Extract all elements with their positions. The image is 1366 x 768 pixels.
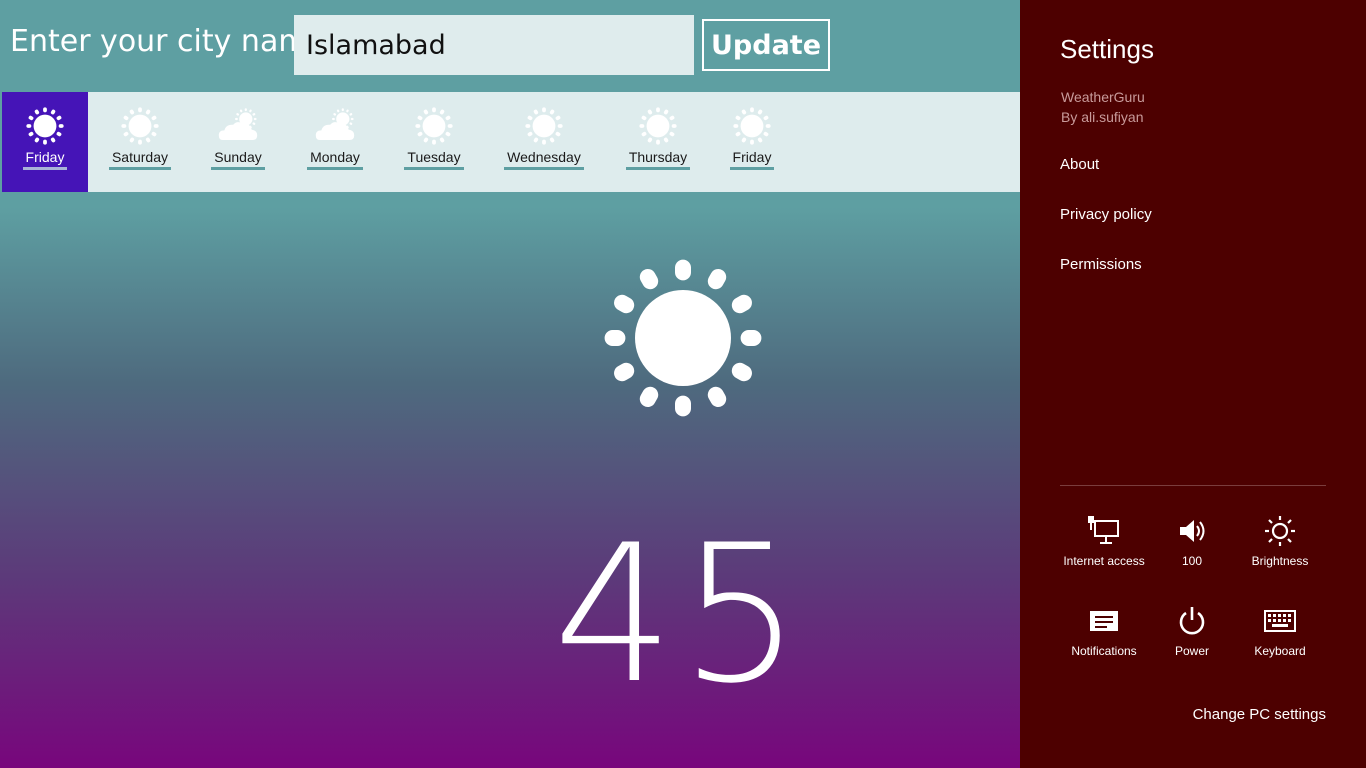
- day-label: Saturday: [108, 149, 172, 170]
- app-name: WeatherGuru: [1061, 89, 1145, 105]
- settings-menu-privacy-policy[interactable]: Privacy policy: [1060, 206, 1152, 223]
- city-input[interactable]: [294, 15, 694, 75]
- tile-label: Keyboard: [1254, 644, 1306, 658]
- settings-menu-permissions[interactable]: Permissions: [1060, 256, 1142, 273]
- settings-menu-about[interactable]: About: [1060, 156, 1099, 173]
- current-temperature: 45: [553, 504, 807, 725]
- forecast-bar: Friday Saturday Sunday Monday Tuesday We…: [2, 92, 1020, 192]
- tile-label: Power: [1174, 644, 1209, 658]
- network-icon: [1087, 514, 1121, 548]
- brightness-icon: [1263, 514, 1297, 548]
- day-item-friday-next[interactable]: Friday: [712, 92, 792, 192]
- cloud-sun-icon: [315, 106, 355, 146]
- day-item-sunday[interactable]: Sunday: [198, 92, 278, 192]
- change-pc-settings-link[interactable]: Change PC settings: [1193, 706, 1326, 723]
- day-item-thursday[interactable]: Thursday: [613, 92, 703, 192]
- notifications-icon: [1087, 604, 1121, 638]
- day-label: Sunday: [211, 149, 265, 170]
- city-label: Enter your city name:: [10, 24, 337, 59]
- settings-title: Settings: [1060, 34, 1154, 64]
- tile-label: Internet access: [1063, 554, 1145, 568]
- day-label: Friday: [22, 149, 68, 170]
- day-item-saturday[interactable]: Saturday: [100, 92, 180, 192]
- update-button[interactable]: Update: [702, 19, 830, 71]
- day-item-friday[interactable]: Friday: [2, 92, 88, 192]
- settings-charm-panel: Settings WeatherGuru By ali.sufiyan Abou…: [1020, 0, 1366, 768]
- sun-icon: [524, 106, 564, 146]
- day-item-tuesday[interactable]: Tuesday: [394, 92, 474, 192]
- sun-icon: [414, 106, 454, 146]
- day-item-wednesday[interactable]: Wednesday: [494, 92, 594, 192]
- brightness-tile[interactable]: Brightness: [1236, 514, 1324, 584]
- cloud-sun-icon: [218, 106, 258, 146]
- day-item-monday[interactable]: Monday: [295, 92, 375, 192]
- internet-access-tile[interactable]: Internet access: [1060, 514, 1148, 584]
- power-icon: [1175, 604, 1209, 638]
- keyboard-tile[interactable]: Keyboard: [1236, 604, 1324, 674]
- day-label: Thursday: [625, 149, 691, 170]
- tile-label: Notifications: [1071, 644, 1137, 658]
- volume-icon: [1175, 514, 1209, 548]
- sun-icon: [732, 106, 772, 146]
- day-label: Friday: [729, 149, 775, 170]
- current-weather-sun-icon: [603, 258, 763, 418]
- sun-icon: [638, 106, 678, 146]
- app-info: WeatherGuru By ali.sufiyan: [1061, 87, 1145, 127]
- power-tile[interactable]: Power: [1148, 604, 1236, 674]
- day-label: Monday: [307, 149, 363, 170]
- app-author: By ali.sufiyan: [1061, 109, 1144, 125]
- volume-level: 100: [1181, 554, 1203, 568]
- sun-icon: [120, 106, 160, 146]
- volume-tile[interactable]: 100: [1148, 514, 1236, 584]
- weather-app: Enter your city name: Update Friday Satu…: [0, 0, 1020, 768]
- keyboard-icon: [1263, 604, 1297, 638]
- notifications-tile[interactable]: Notifications: [1060, 604, 1148, 674]
- sun-icon: [25, 106, 65, 146]
- tile-label: Brightness: [1251, 554, 1309, 568]
- day-label: Wednesday: [504, 149, 584, 170]
- settings-divider: [1060, 485, 1326, 486]
- day-label: Tuesday: [404, 149, 464, 170]
